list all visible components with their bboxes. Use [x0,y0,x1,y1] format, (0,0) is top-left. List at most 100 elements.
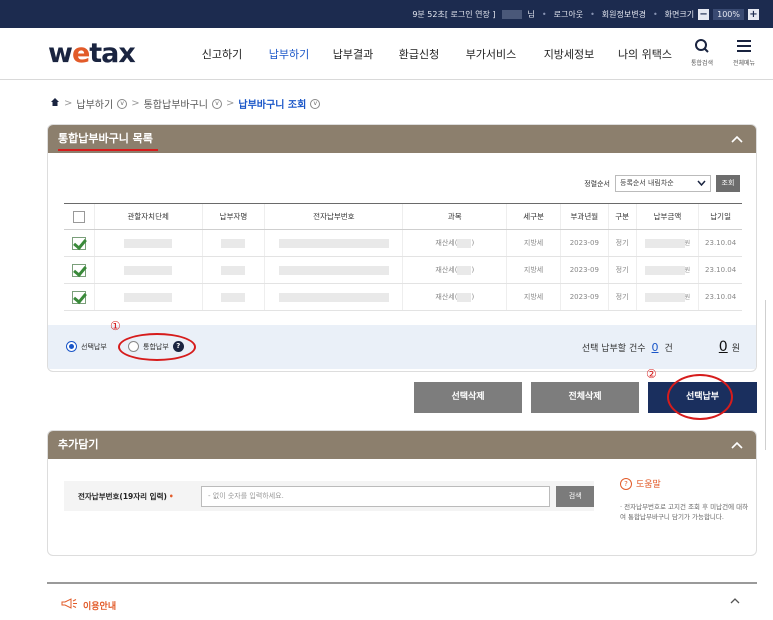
basket-title: 통합납부바구니 목록 [58,132,153,145]
masked-username [501,9,522,19]
pay-number-input[interactable]: - 없이 숫자를 입력하세요. [201,485,551,507]
row-tax-type: 지방세 [506,283,561,311]
zoom-out-button[interactable]: − [698,8,710,20]
nav-file[interactable]: 신고하기 [186,46,258,62]
row-checkbox[interactable] [71,236,86,250]
scroll-divider [765,300,766,450]
chevron-up-icon[interactable] [730,125,744,162]
row-month: 2023-09 [560,229,609,257]
chevron-down-icon [697,176,706,197]
logout-link[interactable]: 로그아웃 [554,9,583,20]
masked-amount [644,265,685,275]
col-header: 부과년월 [560,203,609,230]
masked-pay-number [278,238,389,248]
help-icon: ? [620,477,632,490]
masked-authority [124,292,173,302]
row-tax-type: 지방세 [506,256,561,284]
search-button[interactable]: 통합검색 [682,38,722,67]
row-checkbox[interactable] [71,290,86,304]
sort-label: 정렬순서 [584,179,610,188]
row-kind: 정기 [607,229,637,257]
chevron-down-icon[interactable]: v [117,98,128,109]
add-panel-header[interactable]: 추가담기 [48,431,756,459]
home-icon[interactable] [50,97,60,110]
masked-authority [124,265,173,275]
nav-my[interactable]: 나의 위택스 [608,46,682,62]
selection-summary: 선택 납부할 건수 0 건 0 원 [581,339,740,355]
chevron-up-icon[interactable] [729,594,741,612]
col-header: 납부금액 [635,203,699,230]
row-month: 2023-09 [560,283,609,311]
help-box: ? 도움말 · 전자납부번호로 고지건 조회 후 미납건에 대하여 통합납부바구… [620,477,750,522]
hamburger-icon [724,38,764,58]
selected-count: 0 [651,341,659,354]
nav-result[interactable]: 납부결과 [320,46,386,62]
search-icon [682,38,722,58]
row-kind: 정기 [607,283,637,311]
megaphone-icon [61,598,79,612]
member-edit-link[interactable]: 회원정보변경 [602,9,646,20]
col-header: 세구분 [506,203,561,230]
all-menu-button[interactable]: 전체메뉴 [724,38,764,67]
masked-pay-number [278,265,389,275]
payment-type-bar: 선택납부 통합납부 ? ① 선택 납부할 건수 0 건 0 원 [48,319,756,369]
sort-search-button[interactable]: 조회 [716,175,740,192]
col-header: 전자납부번호 [264,203,403,230]
nav-pay[interactable]: 납부하기 [258,46,320,62]
nav-info[interactable]: 지방세정보 [530,46,608,62]
sort-select[interactable]: 등록순서 내림차순 [615,175,711,192]
main-nav: 신고하기 납부하기 납부결과 환급신청 부가서비스 지방세정보 나의 위택스 [186,46,682,62]
crumb-basket[interactable]: 통합납부바구니 [144,96,208,111]
col-header: 과목 [402,203,507,230]
user-suffix: 님 [527,9,535,19]
annotation-number-2: ② [646,367,657,381]
chevron-up-icon[interactable] [730,431,744,468]
row-checkbox[interactable] [71,263,86,277]
masked-amount [644,238,685,248]
nav-refund[interactable]: 환급신청 [386,46,452,62]
crumb-current: 납부바구니 조회 [238,100,307,111]
pay-number-search-button[interactable]: 검색 [556,485,594,507]
col-header: 구분 [607,203,637,230]
usage-guide-section[interactable]: 이용안내 [47,582,757,620]
wetax-logo[interactable]: wetax [48,38,136,69]
masked-payer [221,265,246,275]
select-all-checkbox[interactable] [72,210,85,223]
chevron-down-icon[interactable]: v [310,98,321,109]
table-header-row: 관할자치단체 납부자명 전자납부번호 과목 세구분 부과년월 구분 납부금액 납… [64,203,742,230]
annotation-circle [118,333,196,361]
session-timer[interactable]: 9분 52초[ 로그인 연장 ] [412,9,495,20]
row-tax-type: 지방세 [506,229,561,257]
row-due: 23.10.04 [698,229,742,257]
zoom-in-button[interactable]: + [748,8,759,20]
masked-payer [221,292,246,302]
sort-controls: 정렬순서 등록순서 내림차순 조회 [584,175,740,192]
col-header: 관할자치단체 [93,203,203,230]
masked-amount [644,292,685,302]
nav-extra[interactable]: 부가서비스 [452,46,530,62]
basket-table: 관할자치단체 납부자명 전자납부번호 과목 세구분 부과년월 구분 납부금액 납… [64,203,742,311]
basket-panel: 통합납부바구니 목록 정렬순서 등록순서 내림차순 조회 관할자치단체 납부자명… [47,124,757,372]
delete-all-button[interactable]: 전체삭제 [531,382,639,413]
radio-select-pay[interactable]: 선택납부 [66,341,107,352]
masked-authority [124,238,173,248]
chevron-down-icon[interactable]: v [212,98,222,109]
utility-bar: 9분 52초[ 로그인 연장 ] 님 • 로그아웃 • 회원정보변경 • 화면크… [0,0,773,28]
table-row: 재산세() 지방세 2023-09 정기 원 23.10.04 [64,256,742,284]
row-subject: 재산세( [435,266,458,274]
row-month: 2023-09 [560,256,609,284]
row-due: 23.10.04 [698,256,742,284]
col-header: 납기일 [698,203,742,230]
selected-amount: 0 [718,339,728,355]
col-header: 납부자명 [201,203,265,230]
help-title: 도움말 [636,480,661,490]
annotation-underline [58,149,158,151]
main-header: wetax 신고하기 납부하기 납부결과 환급신청 부가서비스 지방세정보 나의… [0,28,773,80]
help-text: · 전자납부번호로 고지건 조회 후 미납건에 대하여 통합납부바구니 담기가 … [620,503,749,521]
crumb-pay[interactable]: 납부하기 [76,96,113,111]
radio-checked-icon [66,341,77,352]
pay-number-label: 전자납부번호(19자리 입력) [78,491,167,501]
row-subject: 재산세( [435,239,458,247]
row-due: 23.10.04 [698,283,742,311]
delete-selected-button[interactable]: 선택삭제 [414,382,522,413]
